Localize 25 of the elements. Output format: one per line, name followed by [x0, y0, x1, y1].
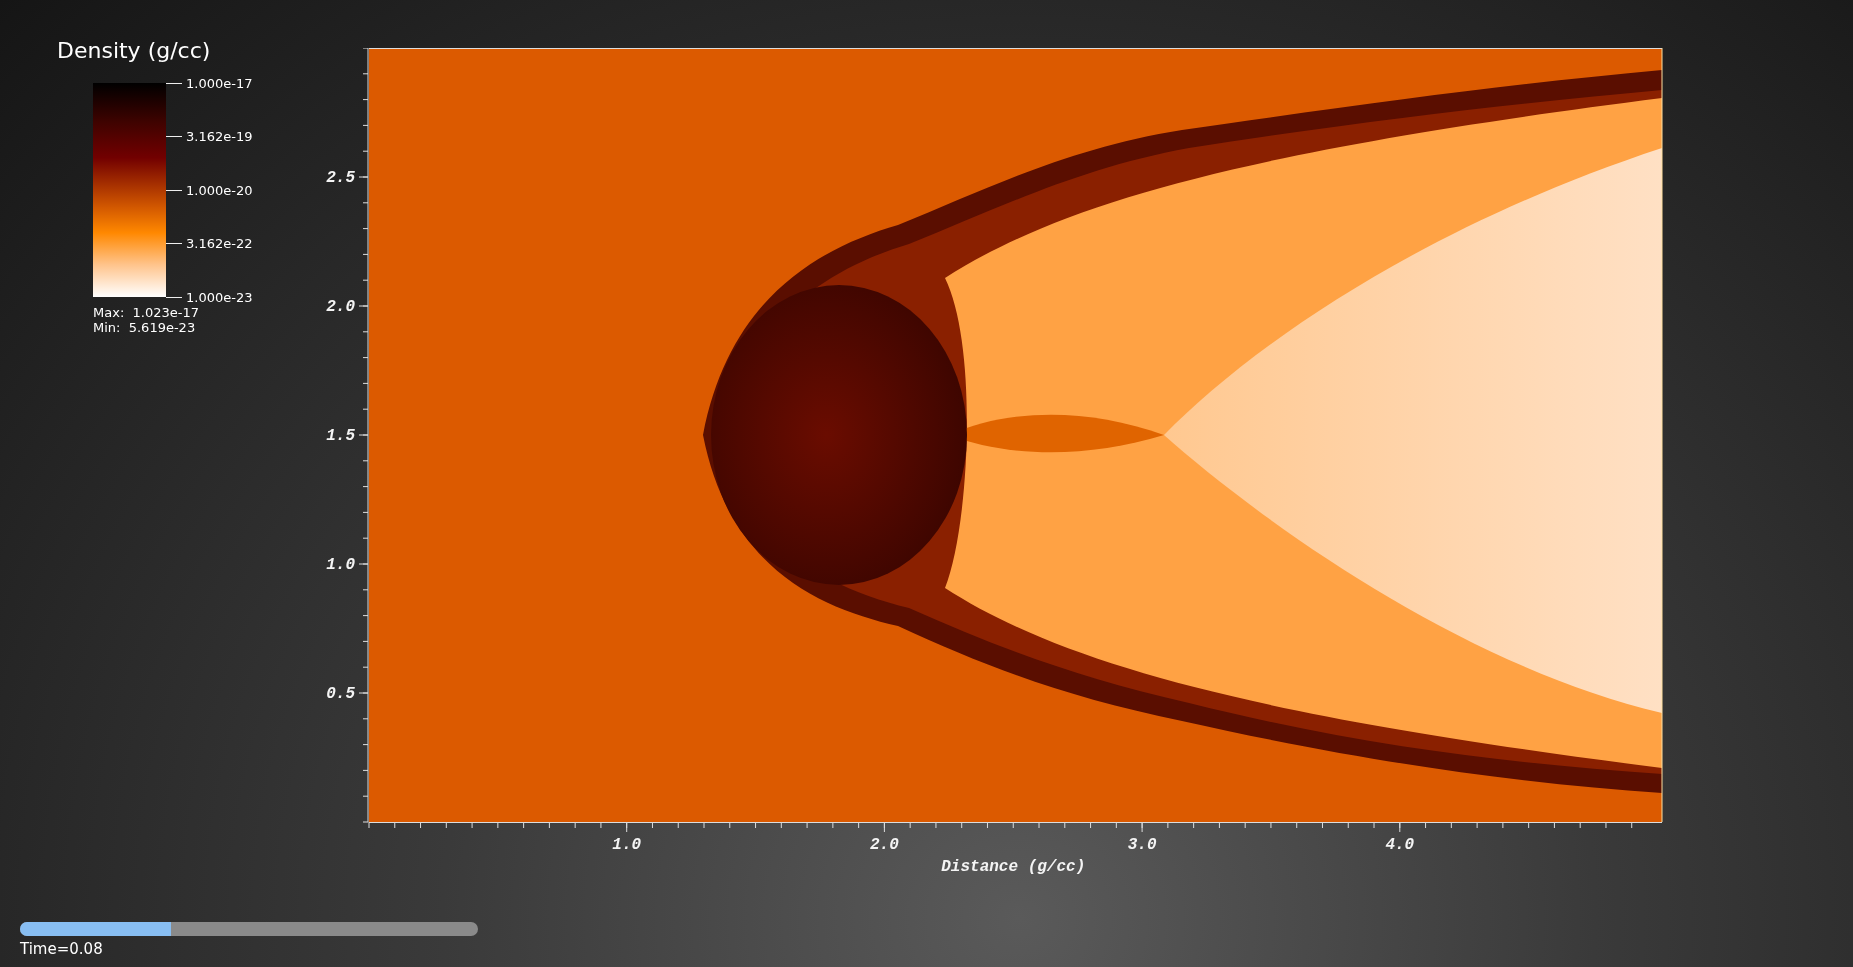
- axis-tick-label: 2.0: [326, 298, 355, 316]
- legend-tick-label: 1.000e-20: [186, 182, 253, 198]
- axis-tick-label: 4.0: [1385, 836, 1415, 854]
- axis-tick-label: 3.0: [1127, 836, 1157, 854]
- min-value: Min: 5.619e-23: [93, 320, 197, 335]
- legend-tick-label: 3.162e-22: [186, 236, 253, 251]
- legend-title: Density (g/cc): [57, 38, 212, 63]
- time-label: Time=0.08: [20, 940, 104, 958]
- tick-mark: [166, 82, 182, 84]
- axis-title: Distance (g/cc): [941, 858, 1086, 876]
- axis-tick-label: 1.5: [326, 427, 355, 445]
- max-value: Max: 1.023e-17: [93, 305, 200, 320]
- tick-mark: [166, 189, 182, 191]
- axis-tick-label: 2.5: [326, 169, 355, 187]
- tick-mark: [166, 243, 182, 244]
- axis-tick-label: 0.5: [326, 685, 355, 703]
- tick-mark: [166, 136, 182, 137]
- axis-tick-label: 1.0: [612, 836, 642, 854]
- tick-mark: [166, 296, 182, 298]
- legend-tick-label: 1.000e-17: [186, 75, 253, 91]
- legend-tick-label: 3.162e-19: [186, 129, 253, 144]
- legend-tick-label: 1.000e-23: [186, 289, 253, 305]
- time-slider[interactable]: [20, 922, 478, 936]
- axis-tick-label: 1.0: [326, 556, 355, 574]
- axis-tick-label: 2.0: [870, 836, 899, 854]
